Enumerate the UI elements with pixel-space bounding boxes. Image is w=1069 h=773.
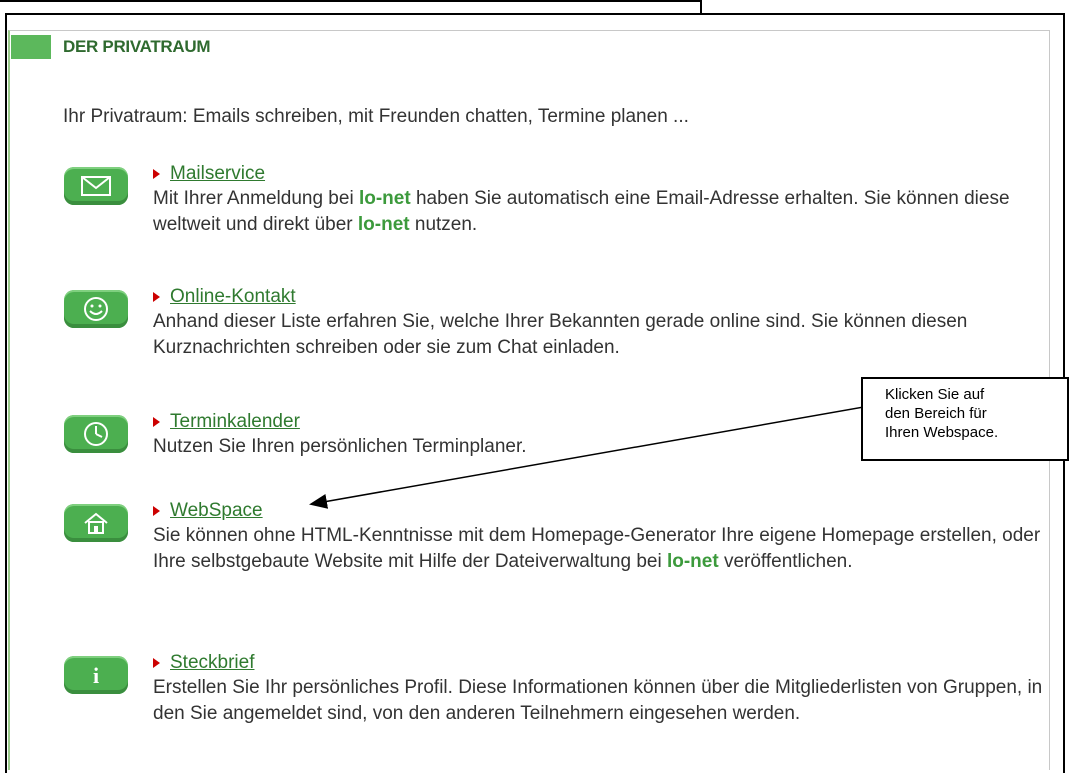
callout-line: Klicken Sie auf (885, 386, 985, 403)
callout-line: den Bereich für (885, 405, 987, 422)
callout-line: Ihren Webspace. (885, 424, 999, 441)
callout-box: Klicken Sie auf den Bereich für Ihren We… (861, 377, 1069, 461)
